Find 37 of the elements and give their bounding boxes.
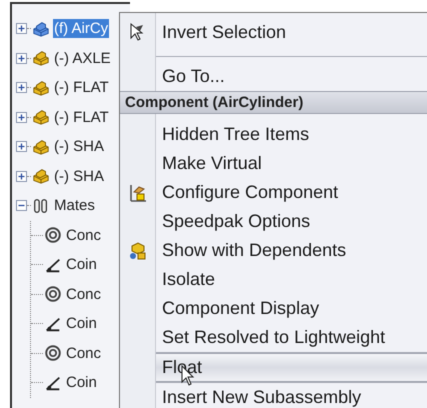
tree-item[interactable]: (-) FLAT bbox=[53, 108, 110, 127]
menu-item[interactable]: Make Virtual bbox=[156, 149, 427, 178]
menu-item[interactable]: Component Display bbox=[156, 294, 427, 323]
tree-item[interactable]: Coin bbox=[65, 255, 98, 274]
concentric-icon bbox=[44, 284, 62, 304]
tree-item[interactable]: Coin bbox=[65, 373, 98, 392]
tree-item[interactable]: Mates bbox=[53, 196, 96, 216]
menu-item[interactable]: Hidden Tree Items bbox=[156, 120, 427, 149]
menu-item[interactable]: Set Resolved to Lightweight bbox=[156, 323, 427, 352]
concentric-icon bbox=[44, 225, 62, 246]
menu-section-header: Component (AirCylinder) bbox=[120, 91, 427, 114]
tree-item[interactable]: Coin bbox=[65, 314, 98, 334]
component-icon bbox=[32, 20, 50, 38]
tree-item[interactable]: (-) AXLE bbox=[53, 48, 112, 68]
menu-item[interactable]: Show with Dependents bbox=[156, 236, 427, 265]
tree-item[interactable]: Conc bbox=[65, 344, 102, 363]
configure-icon bbox=[128, 182, 148, 202]
menu-item[interactable]: Configure Component bbox=[156, 178, 427, 207]
tree-item[interactable]: (-) FLAT bbox=[53, 78, 110, 98]
dependents-icon bbox=[128, 240, 148, 260]
concentric-icon bbox=[44, 343, 62, 364]
menu-item[interactable]: Insert New Subassembly bbox=[156, 383, 427, 408]
menu-item[interactable]: Isolate bbox=[156, 265, 427, 294]
tree-item[interactable]: (f) AirCy bbox=[53, 19, 110, 38]
component-icon bbox=[32, 78, 50, 97]
menu-item[interactable]: Invert Selection bbox=[156, 13, 427, 51]
menu-item[interactable]: Go To... bbox=[156, 62, 427, 91]
component-icon bbox=[32, 108, 50, 126]
paper-clip-icon bbox=[32, 196, 50, 215]
menu-item[interactable]: Speedpak Options bbox=[156, 207, 427, 236]
tree-item[interactable]: Conc bbox=[65, 226, 102, 245]
component-icon bbox=[32, 167, 50, 186]
tree-item[interactable]: (-) SHA bbox=[53, 137, 105, 156]
tree-item[interactable]: Conc bbox=[65, 284, 102, 304]
tree-item[interactable]: (-) SHA bbox=[53, 166, 105, 186]
component-icon bbox=[32, 138, 50, 156]
component-icon bbox=[32, 49, 50, 68]
